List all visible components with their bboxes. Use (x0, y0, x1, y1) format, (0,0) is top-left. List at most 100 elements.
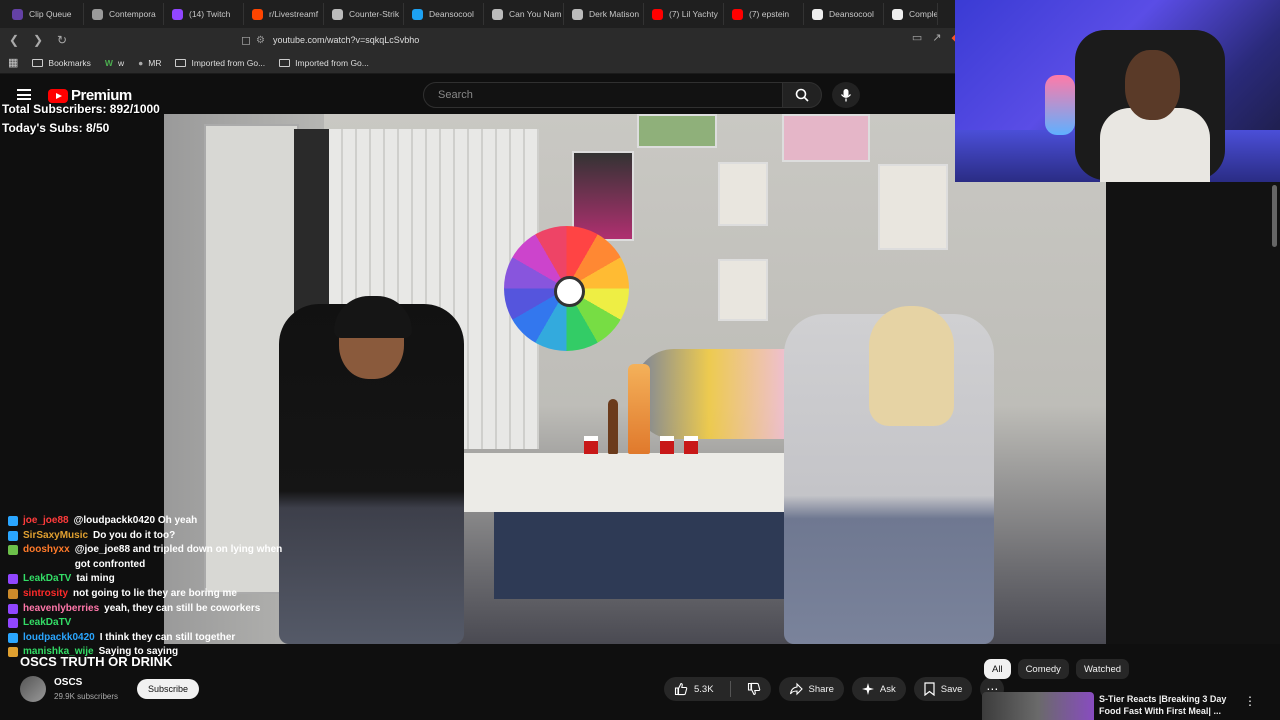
bookmark-star-icon[interactable]: ◻ (236, 30, 256, 50)
filter-chip[interactable]: All (984, 659, 1011, 679)
sidebar-background (1106, 182, 1280, 644)
share-button[interactable]: Share (778, 677, 844, 701)
tab-title: Deansocool (829, 9, 874, 19)
nav-right-icons: ▭ ↗ ◆ (912, 31, 960, 44)
tab-favicon-icon (12, 8, 23, 20)
chat-username[interactable]: manishka_wije (23, 645, 94, 660)
video-scene-cup (684, 436, 698, 454)
bookmark-folder[interactable]: Imported from Go... (175, 58, 265, 68)
more-vert-icon[interactable]: ⋮ (1244, 694, 1256, 708)
chat-message: joe_joe88 @loudpackk0420 Oh yeah (8, 514, 288, 529)
browser-tab[interactable]: Contempora (84, 3, 164, 25)
menu-icon[interactable] (17, 89, 31, 100)
tab-favicon-icon (892, 8, 903, 20)
like-button[interactable]: 5.3K (664, 677, 724, 701)
ask-button[interactable]: Ask (851, 677, 906, 701)
tab-favicon-icon (92, 8, 103, 20)
page-scrollbar[interactable] (1272, 185, 1277, 247)
subscribe-button[interactable]: Subscribe (137, 679, 200, 699)
browser-tab[interactable]: Clip Queue (4, 3, 84, 25)
bookmarks-icon (32, 58, 44, 67)
chat-message: loudpackk0420 I think they can still toge… (8, 631, 288, 646)
chat-username[interactable]: LeakDaTV (23, 572, 71, 587)
browser-tab[interactable]: r/Livestreamf (244, 3, 324, 25)
recommended-video-title[interactable]: S-Tier Reacts |Breaking 3 Day Food Fast … (1099, 693, 1239, 719)
tab-favicon-icon (252, 8, 263, 20)
tab-title: (7) Lil Yachty (669, 9, 718, 19)
save-button[interactable]: Save (913, 677, 973, 701)
video-scene-cups (584, 364, 698, 454)
w-logo-icon: W (104, 57, 113, 68)
sparkle-icon (861, 683, 874, 695)
site-settings-icon[interactable]: ⚙ (256, 35, 265, 46)
browser-tab[interactable]: (14) Twitch (164, 3, 244, 25)
tab-favicon-icon (732, 8, 743, 20)
browser-tab[interactable]: Complex (884, 3, 938, 25)
cast-icon[interactable]: ▭ (912, 31, 922, 44)
chat-message: manishka_wije Saying to saying (8, 645, 288, 660)
filter-chip[interactable]: Watched (1075, 659, 1130, 679)
chat-username[interactable]: joe_joe88 (23, 514, 69, 529)
search-icon (795, 88, 809, 102)
chat-username[interactable]: heavenlyberries (23, 602, 99, 617)
tab-favicon-icon (572, 8, 583, 20)
channel-name[interactable]: OSCS (54, 677, 82, 688)
chat-username[interactable]: dooshyxx (23, 543, 70, 558)
tab-title: Can You Nam (509, 9, 562, 19)
dislike-button[interactable] (737, 677, 771, 701)
bookmark-item[interactable]: W w (105, 58, 124, 68)
chat-text: @loudpackk0420 Oh yeah (73, 515, 198, 526)
recommended-video-thumbnail[interactable] (982, 692, 1094, 720)
search-input[interactable]: Search (423, 82, 783, 108)
browser-tab[interactable]: Derk Matison (564, 3, 644, 25)
forward-arrow-icon[interactable]: ❯ (28, 30, 48, 50)
mic-icon (840, 89, 852, 102)
video-scene-poster (782, 114, 870, 162)
video-scene-woman (784, 306, 994, 644)
share-page-icon[interactable]: ↗ (932, 31, 941, 44)
bookmark-icon (924, 682, 935, 696)
browser-tab[interactable]: Deansocool (404, 3, 484, 25)
apps-grid-icon[interactable]: ▦ (8, 56, 18, 69)
browser-tab[interactable]: (7) Lil Yachty (644, 3, 724, 25)
browser-tab[interactable]: Can You Nam (484, 3, 564, 25)
voice-search-button[interactable] (832, 82, 860, 108)
streamer-webcam (955, 0, 1280, 182)
chat-username[interactable]: sintrosity (23, 587, 68, 602)
chat-text: yeah, they can still be coworkers (104, 602, 261, 614)
tab-title: Contempora (109, 9, 156, 19)
bookmark-item[interactable]: ● MR (138, 58, 161, 68)
reload-icon[interactable]: ↻ (52, 30, 72, 50)
chat-username[interactable]: loudpackk0420 (23, 631, 95, 646)
address-bar[interactable]: ⚙ youtube.com/watch?v=sqkqLcSvbho (256, 31, 946, 49)
search-button[interactable] (782, 82, 822, 108)
screen: Clip Queue Contempora (14) Twitch r/Livestr… (0, 0, 1280, 720)
back-arrow-icon[interactable]: ❮ (4, 30, 24, 50)
chat-badge-icon (8, 574, 18, 585)
bookmark-folder[interactable]: Imported from Go... (279, 58, 369, 68)
tab-favicon-icon (412, 8, 423, 20)
chat-text: I think they can still together (99, 631, 236, 643)
folder-icon (279, 58, 291, 67)
filter-chip[interactable]: Comedy (1017, 659, 1069, 679)
channel-avatar[interactable] (20, 676, 46, 702)
browser-tab[interactable]: (7) epstein (724, 3, 804, 25)
video-scene-under-table (494, 509, 814, 599)
video-player[interactable] (164, 114, 1106, 644)
tab-favicon-icon (492, 8, 503, 20)
url-text: youtube.com/watch?v=sqkqLcSvbho (272, 35, 420, 45)
browser-tab[interactable]: Counter-Strik (324, 3, 404, 25)
bookmark-item[interactable]: Bookmarks (32, 58, 91, 68)
chat-message: SirSaxyMusic Do you do it too? (8, 529, 288, 544)
chat-username[interactable]: SirSaxyMusic (23, 529, 88, 544)
recommendation-filter-chips: All Comedy Watched (984, 659, 1130, 679)
chat-message: heavenlyberries yeah, they can still be c… (8, 602, 288, 617)
recommended-video[interactable]: S-Tier Reacts |Breaking 3 Day Food Fast … (982, 692, 1280, 720)
video-actions: 5.3K Share Ask Save ⋯ (664, 677, 1005, 701)
video-scene-poster (878, 164, 948, 250)
tab-title: Counter-Strik (349, 9, 400, 19)
chat-text: Do you do it too? (93, 529, 176, 541)
like-divider (729, 681, 731, 697)
browser-tab[interactable]: Deansocool (804, 3, 884, 25)
chat-username[interactable]: LeakDaTV (23, 616, 71, 631)
